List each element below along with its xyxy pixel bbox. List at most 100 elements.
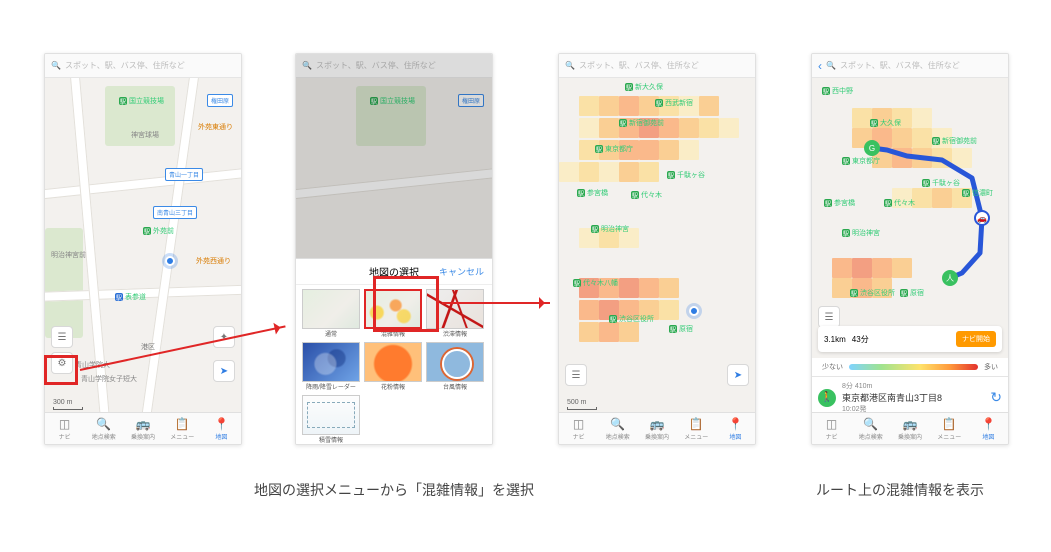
tab-メニュー[interactable]: 📋メニュー	[163, 413, 202, 444]
tab-label: メニュー	[937, 432, 961, 441]
heat-cell	[659, 278, 679, 298]
station-label: 駅東京都庁	[842, 156, 880, 166]
back-button[interactable]: ‹	[818, 59, 822, 73]
heat-cell	[719, 118, 739, 138]
search-icon: 🔍	[51, 61, 61, 70]
tab-地図[interactable]: 📍地図	[969, 413, 1008, 444]
tab-乗換案内[interactable]: 🚌乗換案内	[637, 413, 676, 444]
route-distance: 3.1km	[824, 335, 846, 344]
tab-メニュー[interactable]: 📋メニュー	[930, 413, 969, 444]
layer-tile-typhoon[interactable]: 台風情報	[424, 342, 486, 391]
tab-ナビ[interactable]: ◫ナビ	[45, 413, 84, 444]
tab-icon: 📋	[689, 417, 704, 431]
route-waypoint-pin: 🚗	[974, 210, 990, 226]
screenshot-1-map-layers: 🔍 スポット、駅、バス停、住所など 神宮球場 駅国立競技場 権田原 外苑東通り …	[44, 53, 242, 445]
search-bar[interactable]: 🔍 スポット、駅、バス停、住所など	[45, 54, 241, 78]
tab-label: 地点検索	[606, 432, 630, 441]
road-label: 外苑西通り	[196, 256, 231, 266]
station-label: 駅代々木	[884, 198, 915, 208]
heat-cell	[599, 162, 619, 182]
screenshot-2-layer-sheet: 🔍 スポット、駅、バス停、住所など 駅国立競技場 権田原 地図の選択 キャンセル…	[295, 53, 493, 445]
scale-bar: 500 m	[567, 399, 597, 410]
tab-icon: ◫	[826, 417, 837, 431]
search-bar[interactable]: ‹ 🔍 スポット、駅、バス停、住所など	[812, 54, 1008, 78]
search-bar[interactable]: 🔍 スポット、駅、バス停、住所など	[296, 54, 492, 78]
poi-label: 青山学院女子短大	[81, 374, 137, 384]
tab-ナビ[interactable]: ◫ナビ	[812, 413, 851, 444]
layer-tile-grid: 通常混雑情報渋滞情報降雨/降雪レーダー花粉情報台風情報積雪情報	[296, 285, 492, 445]
heat-cell	[579, 162, 599, 182]
tab-icon: 📍	[728, 417, 743, 431]
cancel-button[interactable]: キャンセル	[439, 265, 484, 278]
tab-icon: 🔍	[863, 417, 878, 431]
map-canvas[interactable]: 神宮球場 駅国立競技場 権田原 外苑東通り 青山一丁目 駅外苑前 明治神宮前 外…	[45, 78, 241, 414]
layers-button[interactable]: ☰	[51, 326, 73, 348]
tab-label: メニュー	[684, 432, 708, 441]
layer-tile-normal[interactable]: 通常	[300, 289, 362, 338]
heat-cell	[559, 162, 579, 182]
tab-乗換案内[interactable]: 🚌乗換案内	[890, 413, 929, 444]
heat-cell	[639, 162, 659, 182]
poi-label: 神宮球場	[131, 130, 159, 140]
tab-ナビ[interactable]: ◫ナビ	[559, 413, 598, 444]
tab-乗換案内[interactable]: 🚌乗換案内	[123, 413, 162, 444]
legend-low: 少ない	[822, 362, 843, 372]
route-summary-bar: 3.1km 43分 ナビ開始	[818, 326, 1002, 352]
layer-tile-snow[interactable]: 積雪情報	[300, 395, 362, 444]
exit-pill: 南青山三丁目	[153, 206, 197, 219]
exit-pill: 権田原	[207, 94, 233, 107]
refresh-button[interactable]: ↻	[990, 389, 1002, 406]
station-label: 駅明治神宮	[591, 224, 629, 234]
station-label: 駅新大久保	[625, 82, 663, 92]
layer-tile-pollen[interactable]: 花粉情報	[362, 342, 424, 391]
layers-button[interactable]: ☰	[818, 306, 840, 328]
sheet-title: 地図の選択	[369, 264, 419, 279]
locate-button[interactable]: ➤	[727, 364, 749, 386]
tile-thumbnail	[302, 289, 360, 329]
tab-地点検索[interactable]: 🔍地点検索	[84, 413, 123, 444]
layer-tile-traffic[interactable]: 渋滞情報	[424, 289, 486, 338]
search-bar[interactable]: 🔍 スポット、駅、バス停、住所など	[559, 54, 755, 78]
arrow-2	[442, 302, 550, 304]
tab-icon: 📍	[981, 417, 996, 431]
station-label: 駅原宿	[669, 324, 693, 334]
locate-button[interactable]: ➤	[213, 360, 235, 382]
map-canvas[interactable]: G 🚗 人 ☰ 3.1km 43分 ナビ開始 駅西中野駅大久保駅新宿御苑前駅東京…	[812, 78, 1008, 358]
station-label: 駅外苑前	[143, 226, 174, 236]
layers-button[interactable]: ☰	[565, 364, 587, 386]
map-canvas-dimmed: 駅国立競技場 権田原	[296, 78, 492, 258]
start-navigation-button[interactable]: ナビ開始	[956, 331, 996, 347]
tab-icon: 📋	[942, 417, 957, 431]
station-label: 駅千駄ヶ谷	[922, 178, 960, 188]
tab-地点検索[interactable]: 🔍地点検索	[851, 413, 890, 444]
tile-thumbnail	[364, 289, 422, 329]
search-placeholder: スポット、駅、バス停、住所など	[65, 60, 185, 71]
station-label: 駅西中野	[822, 86, 853, 96]
layer-tile-congest[interactable]: 混雑情報	[362, 289, 424, 338]
tab-メニュー[interactable]: 📋メニュー	[677, 413, 716, 444]
tab-icon: 🚌	[903, 417, 918, 431]
heat-cell	[579, 118, 599, 138]
heat-cell	[599, 322, 619, 342]
exit-pill: 青山一丁目	[165, 168, 203, 181]
layers-icon: ☰	[572, 370, 581, 381]
tab-icon: 📋	[175, 417, 190, 431]
tab-地図[interactable]: 📍地図	[716, 413, 755, 444]
screenshot-3-congestion-map: 🔍 スポット、駅、バス停、住所など ☰ ➤ 500 m 駅西武新宿駅新宿御苑前駅…	[558, 53, 756, 445]
tab-icon: 📍	[214, 417, 229, 431]
station-label: 駅代々木	[631, 190, 662, 200]
route-walk-pin: 人	[942, 270, 958, 286]
tile-thumbnail	[302, 395, 360, 435]
tab-地図[interactable]: 📍地図	[202, 413, 241, 444]
station-label: 駅国立競技場	[119, 96, 164, 106]
tab-地点検索[interactable]: 🔍地点検索	[598, 413, 637, 444]
station-label: 明治神宮前	[51, 250, 86, 260]
tab-label: ナビ	[59, 432, 71, 441]
layer-tile-rain[interactable]: 降雨/降雪レーダー	[300, 342, 362, 391]
screenshot-4-route-congestion: ‹ 🔍 スポット、駅、バス停、住所など G 🚗 人 ☰ 3.1km 43分 ナビ…	[811, 53, 1009, 445]
map-canvas[interactable]: ☰ ➤ 500 m 駅西武新宿駅新宿御苑前駅東京都庁駅千駄ヶ谷駅代々木駅明治神宮…	[559, 78, 755, 414]
road-label: 外苑東通り	[198, 122, 233, 132]
settings-button[interactable]: ⚙	[51, 352, 73, 374]
tab-label: 地点検索	[859, 432, 883, 441]
tab-label: 地図	[729, 432, 741, 441]
